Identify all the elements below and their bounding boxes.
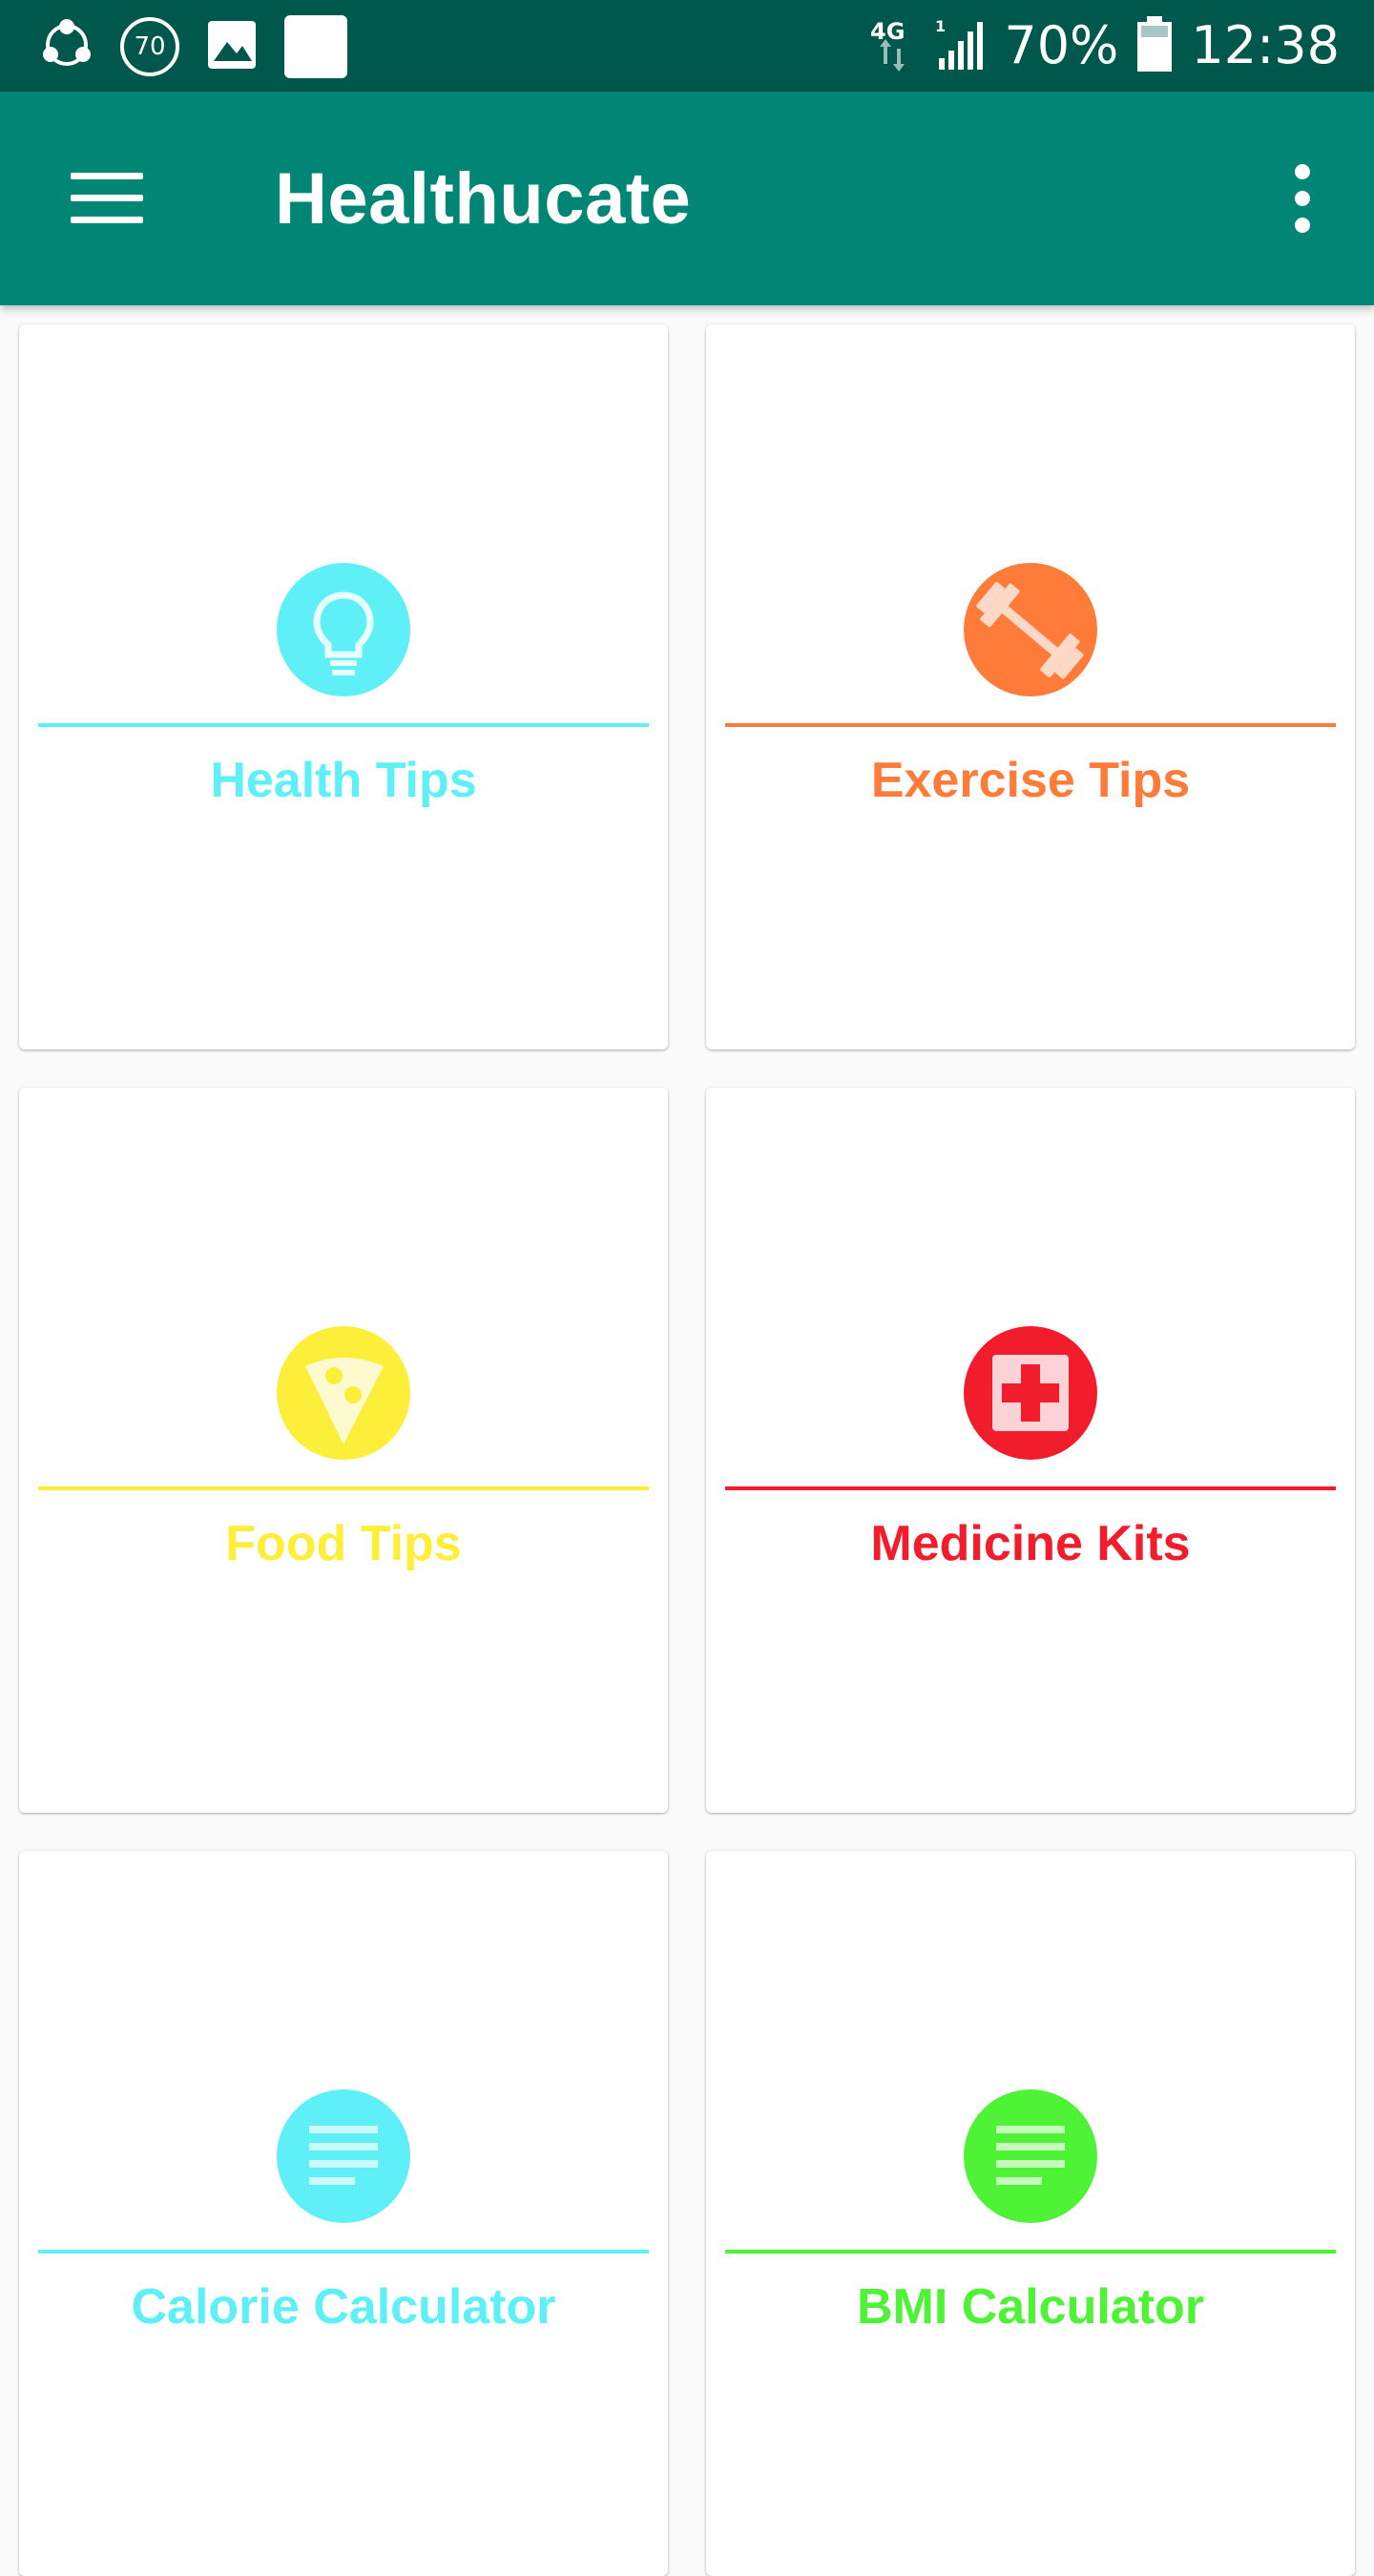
tile-divider [38,1486,649,1490]
battery-percentage: 70% [1004,15,1119,75]
tile-divider [38,723,649,727]
more-vert-dot [1295,218,1310,233]
signal-icon: 1 [933,14,987,77]
notification-badge-icon: 70 [120,17,179,76]
pizza-slice-icon [277,1326,410,1460]
bmi-calculator-card[interactable]: BMI Calculator [706,1851,1355,2576]
lightbulb-icon [277,563,410,696]
exercise-tips-card[interactable]: Exercise Tips [706,324,1355,1049]
menu-button[interactable] [48,151,166,246]
overflow-menu-button[interactable] [1260,151,1345,246]
food-tips-label: Food Tips [225,1516,462,1571]
share-icon [38,16,95,77]
gallery-icon [204,17,260,76]
medicine-kits-label: Medicine Kits [870,1516,1191,1571]
calorie-calculator-label: Calorie Calculator [131,2279,556,2335]
battery-icon [1135,14,1174,77]
tile-divider [725,1486,1336,1490]
status-bar-system: 4G 1 70% 12:38 [866,0,1340,92]
more-vert-dot [1295,191,1310,206]
list-lines-icon [277,2089,410,2223]
health-tips-label: Health Tips [210,753,477,808]
app-title: Healthucate [275,157,692,239]
tile-divider [38,2250,649,2254]
app-bar: Healthucate [0,92,1374,305]
network-4g-icon: 4G [866,14,916,77]
health-tips-card[interactable]: Health Tips [19,324,668,1049]
exercise-tips-label: Exercise Tips [870,753,1191,808]
bmi-calculator-label: BMI Calculator [856,2279,1205,2335]
notification-badge-text: 70 [134,32,166,61]
notification-square-icon [284,15,347,78]
medical-cross-icon [964,1326,1097,1460]
hamburger-menu-icon [71,173,143,224]
dumbbell-icon [964,563,1097,696]
list-lines-icon [964,2089,1097,2223]
medicine-kits-card[interactable]: Medicine Kits [706,1088,1355,1813]
status-bar: 70 4G 1 70% 12:38 [0,0,1374,92]
tile-divider [725,723,1336,727]
clock: 12:38 [1191,15,1340,75]
calorie-calculator-card[interactable]: Calorie Calculator [19,1851,668,2576]
svg-text:1: 1 [935,17,946,35]
food-tips-card[interactable]: Food Tips [19,1088,668,1813]
status-bar-notifications: 70 [38,13,347,80]
tile-divider [725,2250,1336,2254]
svg-text:4G: 4G [870,18,905,45]
more-vert-dot [1295,164,1310,179]
